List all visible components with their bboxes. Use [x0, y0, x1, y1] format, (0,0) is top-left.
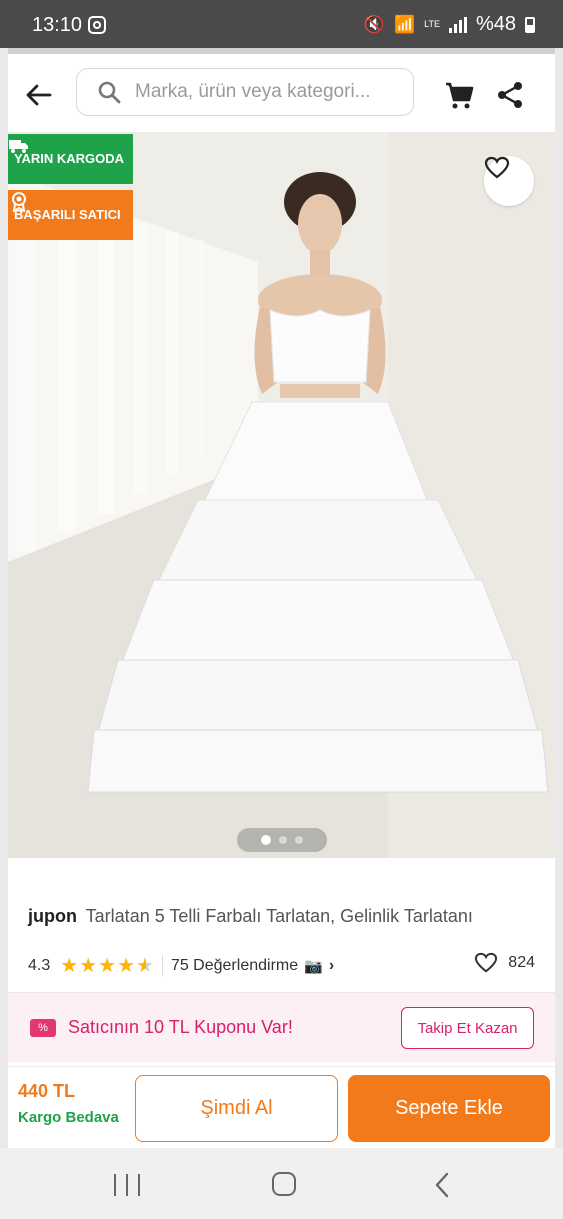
battery-level: %48 — [475, 13, 516, 35]
mute-icon: 🔇 — [363, 14, 385, 34]
top-bar: Marka, ürün veya kategori... — [8, 48, 555, 134]
status-bar: 13:10 🔇 📶 LTE %48 — [0, 0, 563, 48]
pagination-dot-active[interactable] — [261, 835, 271, 845]
favorites-count: 824 — [508, 954, 535, 971]
coupon-text: Satıcının 10 TL Kuponu Var! — [68, 1017, 293, 1037]
add-to-cart-button[interactable]: Sepete Ekle — [348, 1075, 550, 1142]
pagination-dot[interactable] — [295, 836, 303, 844]
half-star-icon: ★ — [136, 955, 154, 977]
rating-row: 4.3 ★ ★ ★ ★ ★ 75 Değerlendirme 📷 › 824 — [28, 952, 535, 980]
fast-shipping-badge: YARIN KARGODA — [8, 134, 133, 184]
divider — [161, 955, 163, 977]
battery-icon — [525, 16, 535, 33]
instagram-icon — [88, 16, 106, 34]
status-time: 13:10 — [32, 14, 83, 36]
share-icon[interactable] — [496, 80, 524, 110]
fast-shipping-label: YARIN KARGODA — [14, 151, 125, 166]
heart-icon — [484, 156, 510, 179]
wifi-icon: 📶 — [393, 14, 416, 34]
star-icon: ★ — [79, 955, 98, 977]
reviews-link[interactable]: 75 Değerlendirme 📷 › — [171, 957, 334, 975]
free-shipping-label: Kargo Bedava — [18, 1109, 119, 1126]
back-arrow-icon[interactable] — [24, 80, 54, 110]
star-icon: ★ — [60, 955, 79, 977]
star-icon: ★ — [98, 955, 117, 977]
lte-indicator: LTE — [424, 19, 440, 29]
product-title: jupon Tarlatan 5 Telli Farbalı Tarlatan,… — [28, 906, 548, 927]
favorites-count-group[interactable]: 824 — [474, 952, 535, 974]
phone-frame: 13:10 🔇 📶 LTE %48 Marka, ürün veya kateg… — [0, 0, 563, 1219]
search-placeholder: Marka, ürün veya kategori... — [135, 81, 371, 102]
system-nav-bar — [0, 1148, 563, 1219]
follow-seller-button[interactable]: Takip Et Kazan — [401, 1007, 534, 1049]
pagination-dot[interactable] — [279, 836, 287, 844]
rating-score: 4.3 — [28, 957, 51, 974]
search-bar[interactable]: Marka, ürün veya kategori... — [76, 68, 414, 116]
favorite-button[interactable] — [484, 156, 534, 206]
gallery-pagination[interactable] — [237, 828, 327, 852]
star-icon: ★ — [117, 955, 135, 977]
signal-icon — [448, 16, 467, 33]
product-name: Tarlatan 5 Telli Farbalı Tarlatan, Gelin… — [85, 906, 473, 926]
price: 440 TL — [18, 1081, 76, 1101]
purchase-bar: 440 TL Kargo Bedava Şimdi Al Sepete Ekle — [8, 1066, 555, 1148]
buy-now-button[interactable]: Şimdi Al — [135, 1075, 338, 1142]
reviews-count: 75 Değerlendirme — [170, 957, 299, 974]
product-photo — [8, 132, 555, 858]
top-seller-badge: BAŞARILI SATICI — [8, 190, 133, 240]
award-icon — [12, 192, 26, 212]
recent-apps-icon[interactable] — [114, 1174, 140, 1196]
product-brand[interactable]: jupon — [28, 906, 77, 926]
nav-back-icon[interactable] — [432, 1172, 452, 1198]
product-page: Marka, ürün veya kategori... YARIN KARGO… — [8, 48, 555, 1148]
chevron-right-icon: › — [328, 957, 335, 974]
product-image-gallery[interactable]: YARIN KARGODA BAŞARILI SATICI — [8, 132, 555, 858]
coupon-icon: % — [30, 1018, 56, 1037]
rating-stars: ★ ★ ★ ★ ★ — [60, 956, 154, 976]
heart-outline-icon — [475, 952, 498, 973]
home-icon[interactable] — [272, 1172, 296, 1196]
truck-icon — [9, 140, 28, 153]
coupon-banner: % Satıcının 10 TL Kuponu Var! Takip Et K… — [8, 992, 555, 1062]
search-icon — [98, 81, 121, 104]
cart-icon[interactable] — [444, 80, 474, 110]
camera-icon: 📷 — [304, 958, 323, 975]
